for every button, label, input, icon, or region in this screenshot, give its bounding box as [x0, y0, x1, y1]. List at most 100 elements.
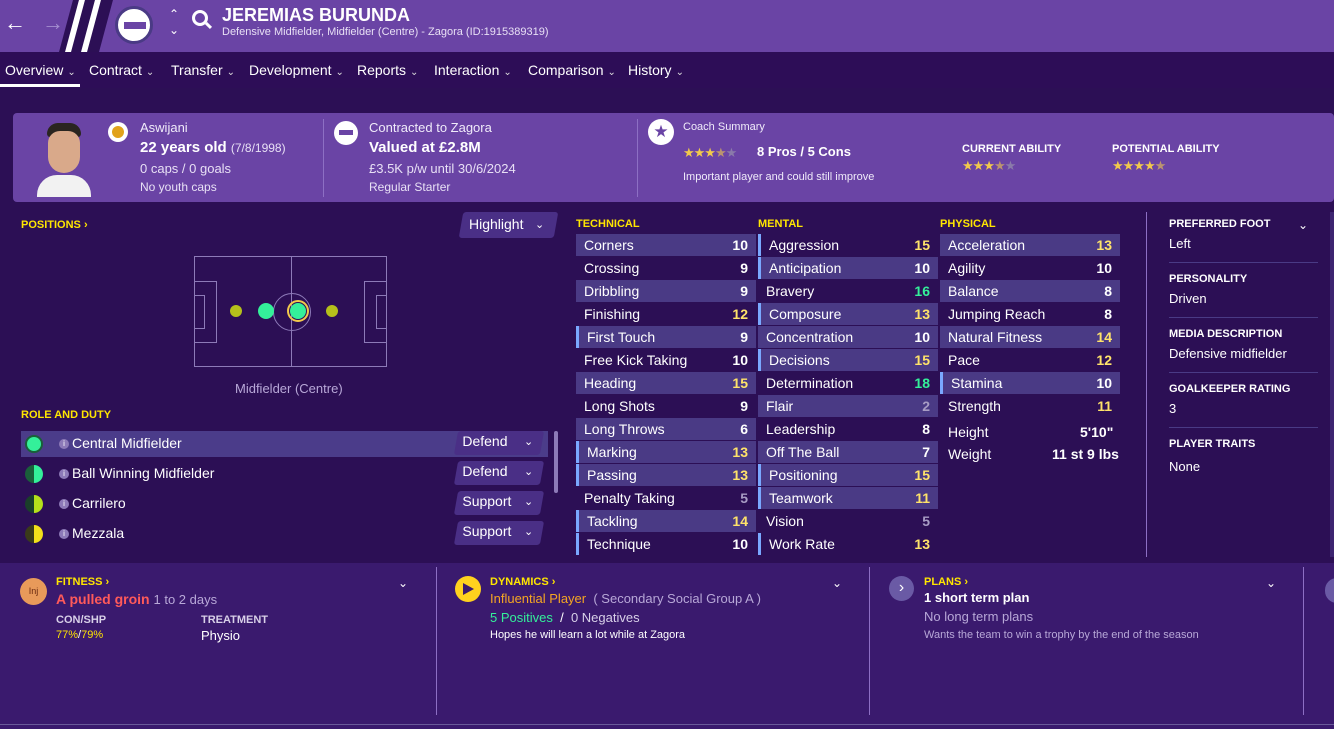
short-term-plans[interactable]: 1 short term plan — [924, 590, 1029, 605]
attribute-value: 10 — [1096, 260, 1112, 276]
long-term-plans: No long term plans — [924, 609, 1034, 624]
attribute-row[interactable]: Bravery 16 — [758, 280, 938, 302]
attribute-row[interactable]: Long Shots 9 — [576, 395, 756, 417]
side-scrollbar[interactable] — [1330, 212, 1334, 557]
tab-transfer[interactable]: Transfer ⌄ — [171, 62, 235, 78]
attribute-row[interactable]: Pace 12 — [940, 349, 1120, 371]
tab-reports[interactable]: Reports ⌄ — [357, 62, 418, 78]
attribute-row[interactable]: Crossing 9 — [576, 257, 756, 279]
attribute-row[interactable]: Passing 13 — [576, 464, 756, 486]
attribute-row[interactable]: Off The Ball 7 — [758, 441, 938, 463]
attribute-row[interactable]: Vision 5 — [758, 510, 938, 532]
attribute-row[interactable]: Corners 10 — [576, 234, 756, 256]
tab-contract[interactable]: Contract ⌄ — [89, 62, 154, 78]
attribute-row[interactable]: Acceleration 13 — [940, 234, 1120, 256]
chevron-down-icon: ⌄ — [535, 219, 545, 231]
attribute-row[interactable]: Heading 15 — [576, 372, 756, 394]
info-icon[interactable]: i — [59, 439, 69, 449]
chevron-down-icon[interactable]: ⌄ — [832, 576, 842, 590]
fitness-title[interactable]: FITNESS › — [56, 576, 109, 588]
attribute-row[interactable]: Dribbling 9 — [576, 280, 756, 302]
role-row[interactable]: i Carrilero Support ⌄ — [21, 491, 548, 517]
attribute-row[interactable]: Anticipation 10 — [758, 257, 938, 279]
chevron-down-icon[interactable]: ⌄ — [1298, 218, 1308, 232]
club-badge-icon[interactable] — [334, 121, 358, 145]
attribute-row[interactable]: Natural Fitness 14 — [940, 326, 1120, 348]
chevron-down-icon[interactable]: ⌄ — [1266, 576, 1276, 590]
attribute-name: Corners — [584, 237, 634, 253]
attribute-value: 12 — [732, 306, 748, 322]
attribute-name: Heading — [584, 375, 637, 391]
attribute-row[interactable]: Marking 13 — [576, 441, 756, 463]
player-info-bar: Aswijani 22 years old (7/8/1998) 0 caps … — [13, 113, 1334, 202]
info-icon[interactable]: i — [59, 499, 69, 509]
attribute-row[interactable]: Flair 2 — [758, 395, 938, 417]
attribute-row[interactable]: Positioning 15 — [758, 464, 938, 486]
attribute-row[interactable]: Aggression 15 — [758, 234, 938, 256]
plans-title[interactable]: PLANS › — [924, 576, 968, 588]
role-row[interactable]: i Central Midfielder Defend ⌄ — [21, 431, 548, 457]
attribute-row[interactable]: Decisions 15 — [758, 349, 938, 371]
attribute-row[interactable]: Leadership 8 — [758, 418, 938, 440]
divider — [1169, 427, 1318, 428]
back-arrow-icon[interactable]: ← — [4, 10, 26, 36]
attribute-value: 10 — [732, 237, 748, 253]
nation-flag-icon[interactable] — [108, 122, 128, 142]
role-row[interactable]: i Ball Winning Midfielder Defend ⌄ — [21, 461, 548, 487]
attribute-row[interactable]: Concentration 10 — [758, 326, 938, 348]
injury-status[interactable]: A pulled groin 1 to 2 days — [56, 591, 217, 607]
attribute-row[interactable]: Stamina 10 — [940, 372, 1120, 394]
attribute-name: Teamwork — [769, 490, 833, 506]
attribute-row[interactable]: Agility 10 — [940, 257, 1120, 279]
attribute-row[interactable]: Determination 18 — [758, 372, 938, 394]
info-icon[interactable]: i — [59, 529, 69, 539]
attribute-value: 13 — [1096, 237, 1112, 253]
up-down-chevron-icon[interactable]: ⌃ ⌄ — [169, 6, 179, 38]
role-suitability-icon — [25, 435, 43, 453]
contract-club[interactable]: Contracted to Zagora — [369, 120, 492, 135]
attribute-row[interactable]: Tackling 14 — [576, 510, 756, 532]
attribute-row[interactable]: Strength 11 — [940, 395, 1120, 417]
attribute-row[interactable]: Teamwork 11 — [758, 487, 938, 509]
attribute-value: 10 — [732, 352, 748, 368]
forward-arrow-icon[interactable]: → — [42, 10, 64, 36]
attribute-name: Strength — [948, 398, 1001, 414]
attribute-row[interactable]: First Touch 9 — [576, 326, 756, 348]
attribute-name: Free Kick Taking — [584, 352, 688, 368]
attribute-row[interactable]: Free Kick Taking 10 — [576, 349, 756, 371]
attribute-row[interactable]: Technique 10 — [576, 533, 756, 555]
club-badge-icon[interactable] — [115, 6, 153, 44]
dynamics-title[interactable]: DYNAMICS › — [490, 576, 555, 588]
chevron-down-icon[interactable]: ⌄ — [398, 576, 408, 590]
title-bar: ← → ⌃ ⌄ JEREMIAS BURUNDA Defensive Midfie… — [0, 0, 1334, 52]
roles-scrollbar[interactable] — [554, 431, 558, 493]
attribute-row[interactable]: Jumping Reach 8 — [940, 303, 1120, 325]
tab-overview[interactable]: Overview ⌄ — [5, 62, 76, 78]
tab-comparison[interactable]: Comparison ⌄ — [528, 62, 616, 78]
attribute-row[interactable]: Penalty Taking 5 — [576, 487, 756, 509]
attribute-row[interactable]: Balance 8 — [940, 280, 1120, 302]
attribute-value: 9 — [740, 398, 748, 414]
tab-history[interactable]: History ⌄ — [628, 62, 684, 78]
tab-interaction[interactable]: Interaction ⌄ — [434, 62, 512, 78]
position-dot-selected — [290, 303, 306, 319]
chevron-right-icon[interactable]: › — [889, 576, 914, 601]
role-row[interactable]: i Mezzala Support ⌄ — [21, 521, 548, 547]
attribute-value: 10 — [914, 260, 930, 276]
attribute-name: Long Shots — [584, 398, 655, 414]
attribute-value: 15 — [914, 237, 930, 253]
role-name: Ball Winning Midfielder — [72, 465, 215, 481]
info-icon[interactable]: i — [59, 469, 69, 479]
attribute-row[interactable]: Composure 13 — [758, 303, 938, 325]
attribute-row[interactable]: Work Rate 13 — [758, 533, 938, 555]
pros-cons[interactable]: 8 Pros / 5 Cons — [757, 144, 851, 159]
tab-development[interactable]: Development ⌄ — [249, 62, 344, 78]
positives-negatives[interactable]: 5 Positives / 0 Negatives — [490, 610, 640, 625]
attribute-row[interactable]: Finishing 12 — [576, 303, 756, 325]
nationality[interactable]: Aswijani — [140, 120, 188, 135]
attribute-value: 14 — [1096, 329, 1112, 345]
attribute-name: Finishing — [584, 306, 641, 322]
positions-title[interactable]: POSITIONS › — [21, 219, 88, 231]
attribute-name: Concentration — [766, 329, 854, 345]
attribute-row[interactable]: Long Throws 6 — [576, 418, 756, 440]
